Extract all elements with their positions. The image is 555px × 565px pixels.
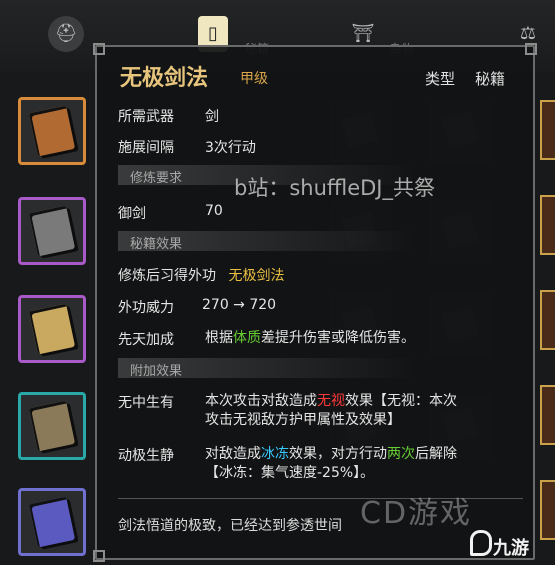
extra1-text: 效果【无视：本次 <box>345 393 457 409</box>
requirement-label: 御剑 <box>118 206 146 222</box>
watermark-bilibili: b站：shuffleDJ_共祭 <box>234 176 435 200</box>
extra1-line2: 攻击无视敌方护甲属性及效果】 <box>205 412 401 428</box>
requirement-value: 70 <box>205 203 223 219</box>
extra1-highlight: 无视 <box>317 393 345 409</box>
section-effects: 秘籍效果 <box>118 231 418 252</box>
extra2-label: 动极生静 <box>118 448 174 464</box>
inventory-slot[interactable] <box>18 97 86 165</box>
extra1-text: 本次攻击对敌造成 <box>205 393 317 409</box>
extra1-description: 本次攻击对敌造成无视效果【无视：本次 攻击无视敌方护甲属性及效果】 <box>205 392 515 430</box>
extra2-line2: 【冰冻：集气速度-25%】。 <box>205 465 375 481</box>
watermark-jiuyou: 九游 <box>493 538 529 559</box>
panel-corner-ornament <box>525 43 537 55</box>
extra2-highlight: 两次 <box>387 446 415 462</box>
section-effects-title: 秘籍效果 <box>130 237 183 252</box>
innate-text: 根据 <box>205 330 233 346</box>
power-label: 外功威力 <box>118 300 174 316</box>
extra2-text: 对敌造成 <box>205 446 261 462</box>
inventory-slot[interactable] <box>18 488 86 556</box>
interval-value: 3次行动 <box>205 140 256 156</box>
inventory-slot-edge[interactable] <box>540 480 555 540</box>
extra2-text: 效果，对方行动 <box>289 446 387 462</box>
section-extra-title: 附加效果 <box>130 364 183 379</box>
power-value: 270 → 720 <box>202 297 277 313</box>
item-type-label: 类型 <box>425 70 456 88</box>
inventory-slot-edge[interactable] <box>540 290 555 350</box>
innate-highlight: 体质 <box>233 330 261 346</box>
learn-skill-label: 修炼后习得外功 无极剑法 <box>118 265 284 285</box>
book-icon <box>28 496 76 548</box>
watermark-cd: CD游戏 <box>360 496 473 531</box>
inventory-slot[interactable] <box>18 392 86 460</box>
book-icon <box>28 400 76 452</box>
panel-corner-ornament <box>93 43 105 55</box>
weapon-label: 所需武器 <box>118 109 174 125</box>
book-icon <box>28 205 76 257</box>
panel-corner-ornament <box>93 550 105 562</box>
inventory-slot-edge[interactable] <box>540 195 555 255</box>
interval-label: 施展间隔 <box>118 140 174 156</box>
extra2-text: 后解除 <box>415 446 457 462</box>
inventory-slot[interactable] <box>18 295 86 363</box>
weapon-value: 剑 <box>205 109 219 125</box>
jiuyou-logo-icon <box>470 530 492 556</box>
extra2-description: 对敌造成冰冻效果，对方行动两次后解除 【冰冻：集气速度-25%】。 <box>205 445 515 483</box>
book-icon <box>28 105 76 157</box>
inventory-slot[interactable] <box>18 197 86 265</box>
item-title: 无极剑法 <box>120 66 209 91</box>
section-extra: 附加效果 <box>118 358 418 379</box>
learn-skill-prefix: 修炼后习得外功 <box>118 268 216 284</box>
learn-skill-value: 无极剑法 <box>228 268 285 284</box>
extra2-highlight: 冰冻 <box>261 446 289 462</box>
inventory-slot-edge[interactable] <box>540 385 555 445</box>
innate-text: 差提升伤害或降低伤害。 <box>261 330 415 346</box>
extra1-label: 无中生有 <box>118 395 174 411</box>
item-grade: 甲级 <box>240 71 268 87</box>
item-flavor-text: 剑法悟道的极致，已经达到参透世间 <box>118 518 342 534</box>
section-requirements-title: 修炼要求 <box>130 171 183 186</box>
innate-description: 根据体质差提升伤害或降低伤害。 <box>205 329 515 348</box>
inventory-slot-edge[interactable] <box>540 100 555 160</box>
book-icon <box>28 303 76 355</box>
helmet-icon[interactable]: ⛑ <box>48 16 84 52</box>
innate-label: 先天加成 <box>118 332 174 348</box>
item-type-value: 秘籍 <box>475 70 506 88</box>
